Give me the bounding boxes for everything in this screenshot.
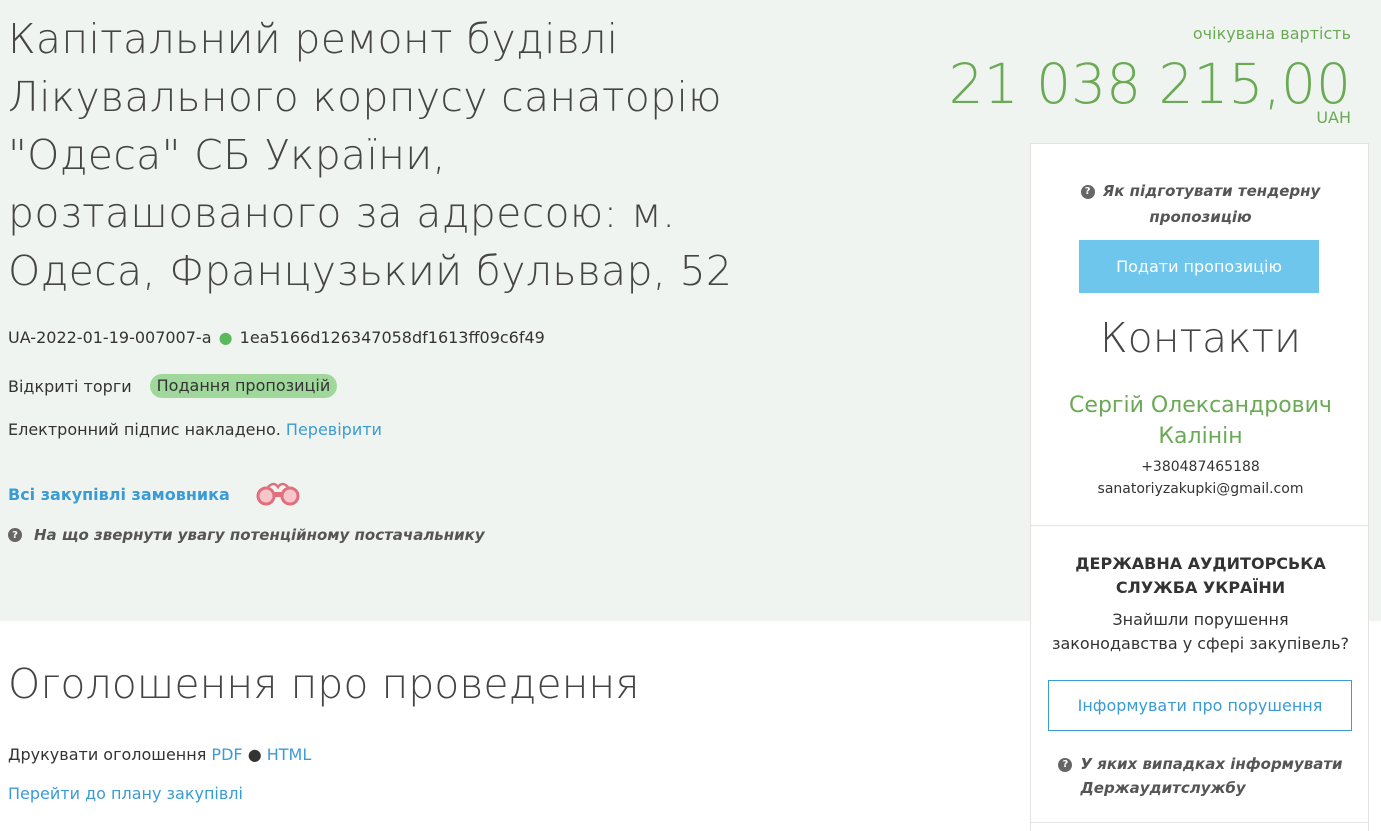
- contacts-title: Контакти: [1100, 314, 1301, 362]
- signature-row: Електронний підпис накладено. Перевірити: [8, 420, 382, 439]
- sidebar: ? Як підготувати тендерну пропозицію Пода…: [1030, 143, 1369, 831]
- status-badge: Подання пропозицій: [149, 374, 338, 398]
- expected-cost-label: очікувана вартість: [1192, 24, 1351, 43]
- tender-hash: 1ea5166d126347058df1613ff09c6f49: [239, 328, 545, 347]
- procedure-row: Відкриті торги Подання пропозицій: [8, 374, 338, 398]
- contact-phone: +380487465188: [1141, 459, 1260, 475]
- audit-hint-line1: У яких випадках інформувати: [1080, 755, 1343, 773]
- prepare-hint-line1: Як підготувати тендерну: [1102, 182, 1321, 200]
- signature-text: Електронний підпис накладено.: [8, 420, 281, 439]
- tender-id-row: UA-2022-01-19-007007-a ● 1ea5166d1263470…: [8, 328, 545, 347]
- tender-title: Капітальний ремонт будівлі Лікувального …: [8, 15, 733, 295]
- prepare-proposal-hint[interactable]: ? Як підготувати тендерну пропозицію: [1031, 178, 1370, 230]
- audit-question: Знайшли порушення законодавства у сфері …: [1031, 608, 1370, 656]
- supplier-hint[interactable]: ? На що звернути увагу потенційному пост…: [8, 526, 485, 544]
- expected-cost-amount: 21 038 215,00: [948, 52, 1351, 116]
- audit-hint[interactable]: ? У яких випадках інформувати Держаудитсл…: [1031, 752, 1370, 800]
- submit-proposal-button[interactable]: Подати пропозицію: [1079, 240, 1319, 293]
- contact-name-line1: Сергій Олександрович: [1069, 393, 1332, 418]
- audit-title-line1: ДЕРЖАВНА АУДИТОРСЬКА: [1075, 554, 1326, 573]
- audit-service-title: ДЕРЖАВНА АУДИТОРСЬКА СЛУЖБА УКРАЇНИ: [1031, 552, 1370, 600]
- prepare-hint-line2: пропозицію: [1149, 208, 1252, 226]
- audit-question-line2: законодавства у сфері закупівель?: [1051, 634, 1350, 653]
- audit-question-line1: Знайшли порушення: [1112, 610, 1289, 629]
- print-pdf-link[interactable]: PDF: [211, 745, 242, 764]
- divider: [1031, 525, 1368, 526]
- announcement-title: Оголошення про проведення: [8, 660, 640, 708]
- contact-name: Сергій Олександрович Калінін: [1031, 390, 1370, 452]
- customer-procurements-link[interactable]: Всі закупівлі замовника: [8, 485, 230, 504]
- currency-label: UAH: [1316, 108, 1351, 127]
- print-announcement-row: Друкувати оголошення PDF ● HTML: [8, 745, 311, 764]
- supplier-hint-text: На що звернути увагу потенційному постач…: [34, 526, 485, 544]
- separator-dot: ●: [218, 328, 233, 347]
- print-label: Друкувати оголошення: [8, 745, 207, 764]
- question-circle-icon: ?: [1080, 184, 1095, 199]
- contact-email: sanatoriyzakupki@gmail.com: [1097, 481, 1304, 497]
- print-html-link[interactable]: HTML: [267, 745, 312, 764]
- tender-id: UA-2022-01-19-007007-a: [8, 328, 212, 347]
- report-violation-button[interactable]: Інформувати про порушення: [1048, 680, 1352, 731]
- binoculars-icon[interactable]: [252, 478, 304, 510]
- customer-row: Всі закупівлі замовника: [8, 478, 304, 510]
- question-circle-icon: ?: [8, 528, 22, 542]
- procedure-type: Відкриті торги: [8, 376, 132, 396]
- separator-dot: ●: [247, 745, 262, 764]
- audit-title-line2: СЛУЖБА УКРАЇНИ: [1115, 578, 1286, 597]
- contact-name-line2: Калінін: [1158, 424, 1243, 449]
- plan-row: Перейти до плану закупівлі: [8, 784, 243, 803]
- verify-signature-link[interactable]: Перевірити: [286, 420, 382, 439]
- audit-hint-line2: Держаудитслужбу: [1080, 779, 1246, 797]
- question-circle-icon: ?: [1058, 757, 1073, 772]
- procurement-plan-link[interactable]: Перейти до плану закупівлі: [8, 784, 243, 803]
- divider: [1031, 822, 1368, 823]
